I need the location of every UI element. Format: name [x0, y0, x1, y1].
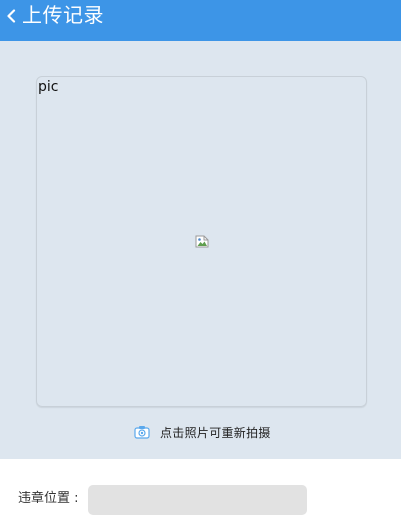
retake-hint[interactable]: 点击照片可重新拍摄 — [134, 423, 271, 441]
retake-hint-text: 点击照片可重新拍摄 — [160, 425, 271, 440]
page-title: 上传记录 — [22, 3, 104, 27]
location-label: 违章位置 : — [18, 491, 79, 506]
location-input[interactable] — [88, 485, 307, 515]
photo-section: pic 点击照片可重新拍摄 — [0, 41, 401, 459]
app-header: 上传记录 — [0, 0, 401, 41]
camera-icon — [134, 426, 150, 439]
broken-image-icon — [195, 235, 209, 248]
location-row: 违章位置 : — [0, 459, 401, 515]
photo-alt-text: pic — [38, 79, 59, 95]
photo-preview[interactable]: pic — [36, 76, 367, 407]
chevron-left-icon — [7, 9, 16, 23]
back-button[interactable] — [0, 0, 22, 32]
